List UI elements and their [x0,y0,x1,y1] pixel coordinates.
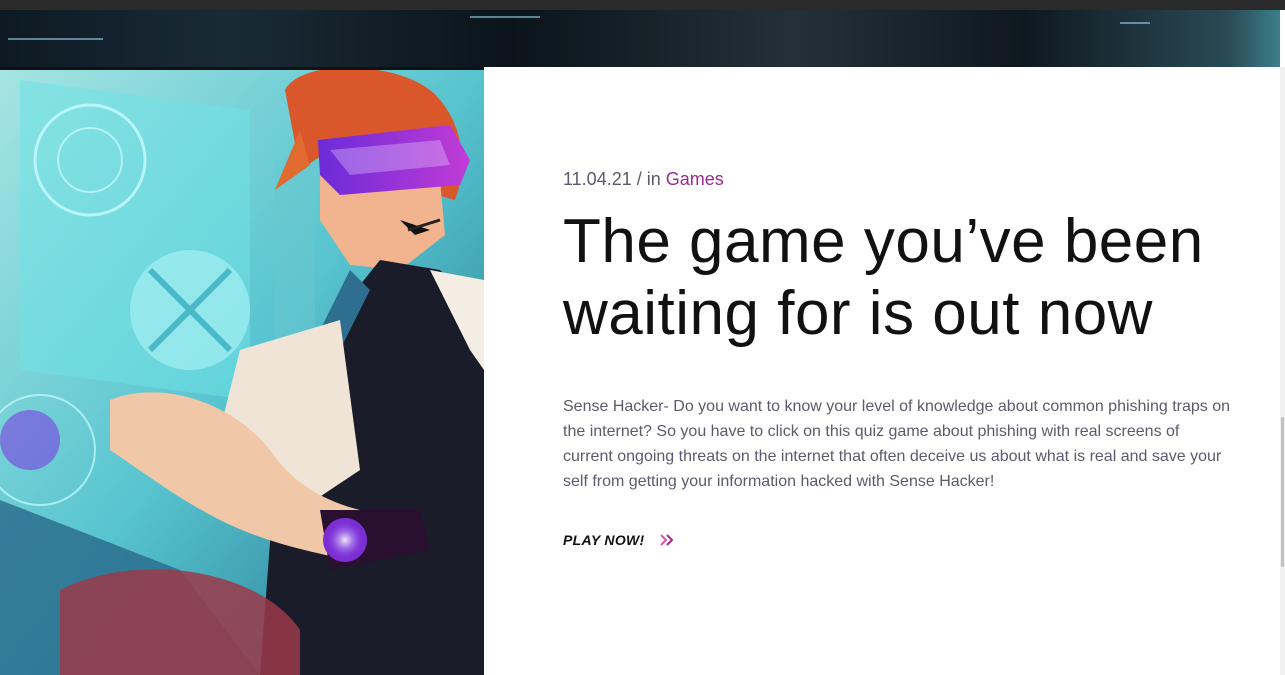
post-featured-image [0,70,484,675]
post-date: 11.04.21 [563,169,632,189]
play-now-button[interactable]: PLAY NOW! [563,532,675,548]
hero-banner-image [0,10,1280,67]
page-scrollbar[interactable] [1280,67,1285,675]
scrollbar-thumb[interactable] [1281,417,1284,567]
play-now-label: PLAY NOW! [563,532,645,548]
double-chevron-right-icon [659,534,673,546]
browser-top-bar [0,0,1285,10]
post-excerpt: Sense Hacker- Do you want to know your l… [563,398,1231,490]
post-title: The game you’ve been waiting for is out … [563,207,1204,348]
meta-separator: / in [631,169,666,189]
category-link[interactable]: Games [666,169,724,189]
post-meta: 11.04.21 / in Games [563,166,1243,192]
post-content: 11.04.21 / in Games The game you’ve been… [563,166,1243,550]
